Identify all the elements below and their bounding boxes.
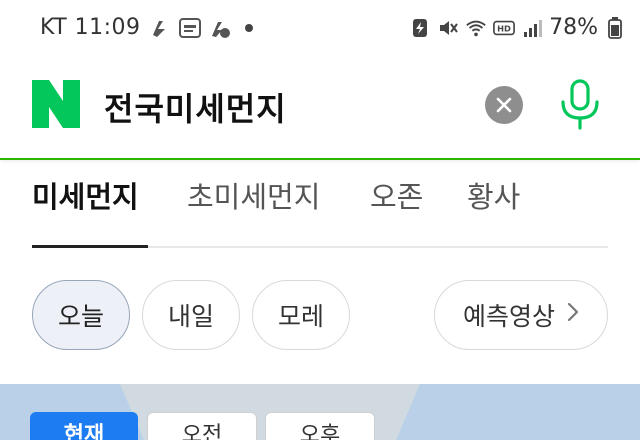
status-time: KT 11:09 xyxy=(40,15,141,40)
map-tab-now[interactable]: 현재 xyxy=(30,412,138,440)
chip-tomorrow[interactable]: 내일 xyxy=(142,280,240,350)
search-query-input[interactable]: 전국미세먼지 xyxy=(104,84,287,130)
clear-search-button[interactable] xyxy=(485,86,523,124)
dust-map[interactable]: 현재 오전 오후 xyxy=(0,384,640,440)
status-right: HD 78% xyxy=(409,15,626,40)
chevron-right-icon xyxy=(567,301,579,329)
notification-dot xyxy=(244,23,253,32)
hd-voice-icon: HD xyxy=(493,17,516,39)
status-left: KT 11:09 xyxy=(40,15,253,40)
wifi-icon xyxy=(465,17,487,39)
forecast-video-button[interactable]: 예측영상 xyxy=(434,280,608,350)
chip-today[interactable]: 오늘 xyxy=(32,280,130,350)
status-bar: KT 11:09 HD 78% xyxy=(0,0,640,62)
battery-saver-icon xyxy=(409,17,431,39)
microphone-icon xyxy=(561,79,599,130)
chip-day-after[interactable]: 모레 xyxy=(252,280,350,350)
tab-yellow-dust[interactable]: 황사 xyxy=(467,174,520,216)
map-tab-afternoon[interactable]: 오후 xyxy=(265,412,375,440)
mute-icon xyxy=(437,17,459,39)
active-tab-indicator xyxy=(32,245,148,248)
battery-percent: 78% xyxy=(549,15,598,40)
map-tab-morning[interactable]: 오전 xyxy=(147,412,257,440)
news-app-icon xyxy=(178,17,201,39)
pollutant-tabs: 미세먼지 초미세먼지 오존 황사 xyxy=(32,168,608,248)
signal-icon xyxy=(521,17,543,39)
running-app-icon xyxy=(149,17,171,39)
battery-icon xyxy=(604,16,626,39)
close-icon xyxy=(496,97,512,113)
tab-ozone[interactable]: 오존 xyxy=(370,174,423,216)
tab-ultrafine-dust[interactable]: 초미세먼지 xyxy=(187,174,320,216)
naver-logo-icon[interactable] xyxy=(32,80,80,128)
tab-fine-dust[interactable]: 미세먼지 xyxy=(32,174,139,216)
svg-text:HD: HD xyxy=(497,23,511,33)
call-app-icon xyxy=(209,17,231,39)
forecast-video-label: 예측영상 xyxy=(462,302,555,331)
voice-search-button[interactable] xyxy=(556,78,604,130)
search-header: 전국미세먼지 xyxy=(0,62,640,160)
